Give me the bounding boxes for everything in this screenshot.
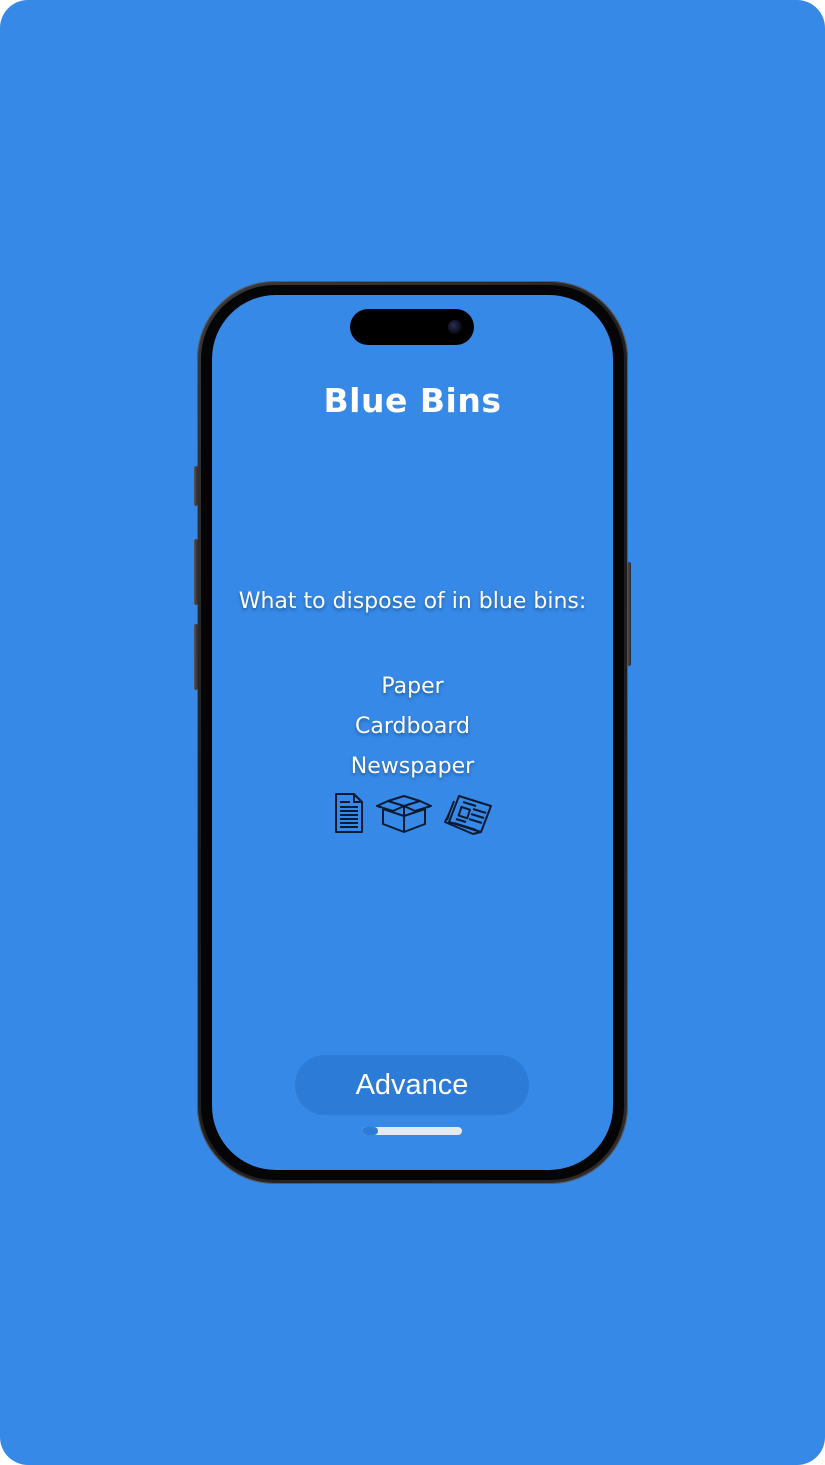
list-item-paper: Paper (381, 674, 444, 699)
power-button (627, 562, 631, 666)
document-icon (333, 792, 365, 836)
item-icons (212, 792, 613, 836)
volume-down-button (194, 624, 198, 690)
action-button (194, 466, 198, 506)
app-background: Blue Bins What to dispose of in blue bin… (0, 0, 825, 1465)
dynamic-island (350, 309, 474, 345)
recyclable-items-list: Paper Cardboard Newspaper (212, 667, 613, 787)
volume-up-button (194, 539, 198, 605)
progress-bar-fill (362, 1127, 378, 1135)
page-title: Blue Bins (323, 381, 502, 420)
list-item-newspaper: Newspaper (350, 754, 475, 779)
list-item-cardboard: Cardboard (355, 714, 470, 739)
camera-icon (448, 320, 462, 334)
progress-bar (362, 1127, 462, 1135)
instructions-text: What to dispose of in blue bins: (238, 589, 587, 614)
advance-button[interactable]: Advance (295, 1055, 529, 1115)
open-box-icon (375, 792, 433, 836)
newspaper-icon (443, 792, 493, 836)
phone-screen: Blue Bins What to dispose of in blue bin… (212, 295, 613, 1170)
